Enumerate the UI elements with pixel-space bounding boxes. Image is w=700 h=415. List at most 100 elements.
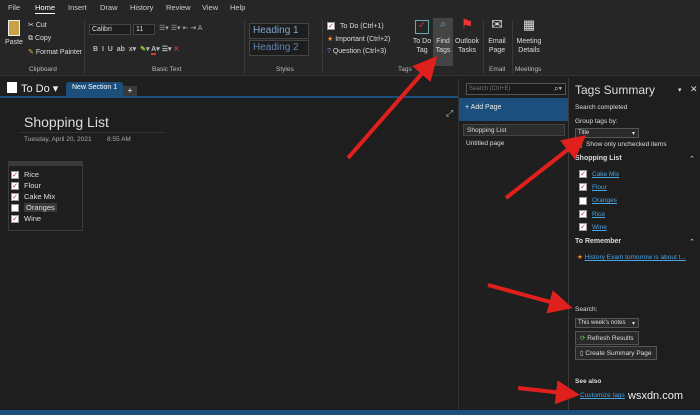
tag-result[interactable]: ✓ Cake Mix <box>579 168 619 181</box>
search-icon[interactable]: ⌕▾ <box>554 84 562 94</box>
create-summary-page-button[interactable]: ▯ Create Summary Page <box>575 346 657 360</box>
email-page-button[interactable]: ✉ Email Page <box>486 17 508 55</box>
basic-text-group-label: Basic Text <box>152 66 182 73</box>
tag-result[interactable]: Oranges <box>579 194 619 207</box>
search-label: Search: <box>575 306 598 313</box>
copy-icon: ⧉ <box>28 35 35 42</box>
notebook-icon <box>7 82 17 93</box>
unchecked-checkbox-icon[interactable] <box>579 196 587 205</box>
menu-history[interactable]: History <box>130 3 153 12</box>
copy-button[interactable]: ⧉ Copy <box>28 35 51 43</box>
search-input[interactable]: Search (Ctrl+E) ⌕▾ <box>466 83 566 95</box>
brush-icon: ✎ <box>28 49 36 56</box>
tag-important[interactable]: ★ Important (Ctrl+2) <box>327 35 390 43</box>
notebook-bar: To Do ▾ New Section 1 + <box>0 78 460 98</box>
customize-tags-link[interactable]: Customize tags <box>580 392 625 399</box>
font-select[interactable]: Calibri <box>89 24 131 35</box>
menu-bar: File Home Insert Draw History Review Vie… <box>0 0 700 16</box>
checked-checkbox-icon[interactable]: ✓ <box>579 170 587 179</box>
checked-checkbox-icon[interactable]: ✓ <box>579 183 587 192</box>
note-container[interactable]: ✓ Rice ✓ Flour ✓ Cake Mix Oranges ✓ Wine <box>8 161 83 231</box>
paste-button[interactable]: Paste <box>5 20 23 47</box>
checked-checkbox-icon[interactable]: ✓ <box>579 223 587 232</box>
tags-group-label: Tags <box>398 66 412 73</box>
calendar-icon: ▦ <box>522 17 536 32</box>
todo-item[interactable]: ✓ Cake Mix <box>11 191 80 202</box>
item-label: Wine <box>24 214 42 223</box>
scissors-icon: ✂ <box>28 22 36 29</box>
checked-checkbox-icon[interactable]: ✓ <box>11 182 19 191</box>
page-title[interactable]: Shopping List <box>24 114 109 130</box>
cut-button[interactable]: ✂ Cut <box>28 21 47 29</box>
star-icon: ★ <box>577 254 585 261</box>
unchecked-only-checkbox[interactable]: Show only unchecked items <box>575 141 667 148</box>
todo-item[interactable]: ✓ Wine <box>11 213 80 224</box>
refresh-results-button[interactable]: ⟳ Refresh Results <box>575 331 639 345</box>
tag-question[interactable]: ? Question (Ctrl+3) <box>327 48 386 55</box>
menu-view[interactable]: View <box>202 3 218 12</box>
flag-icon: ⚑ <box>460 16 474 32</box>
todo-tag-button[interactable]: ✓ To Do Tag <box>412 20 432 55</box>
tag-todo[interactable]: ✓ To Do (Ctrl+1) <box>327 22 384 30</box>
find-tags-button[interactable]: ⌕ Find Tags <box>433 18 453 66</box>
style-heading-1[interactable]: Heading 1 <box>249 23 309 39</box>
style-heading-2[interactable]: Heading 2 <box>249 40 309 56</box>
menu-review[interactable]: Review <box>166 3 191 12</box>
ribbon: Paste ✂ Cut ⧉ Copy ✎ Format Painter Clip… <box>0 16 700 76</box>
item-label: Rice <box>24 170 40 179</box>
tag-result[interactable]: ✓ Rice <box>579 208 619 221</box>
list-icons[interactable]: ☰▾ ☰▾ ⇤ ⇥ A <box>159 24 202 32</box>
format-icons[interactable]: B I U ab x▾ ✎▾ A▾ ☰▾ ✕ <box>93 45 179 55</box>
chevron-down-icon: ▾ <box>631 131 635 137</box>
chevron-down-icon: ▾ <box>631 321 635 327</box>
todo-item[interactable]: Oranges <box>11 202 80 213</box>
page-date: Tuesday, April 20, 2021 <box>24 136 92 143</box>
menu-insert[interactable]: Insert <box>68 3 87 12</box>
checked-checkbox-icon[interactable]: ✓ <box>11 193 19 202</box>
todo-item[interactable]: ✓ Rice <box>11 169 80 180</box>
tag-result[interactable]: ✓ Flour <box>579 181 619 194</box>
pane-menu-icon[interactable]: ▾ <box>678 86 682 94</box>
format-painter-button[interactable]: ✎ Format Painter <box>28 48 82 56</box>
outlook-tasks-button[interactable]: ⚑ Outlook Tasks <box>454 16 480 55</box>
collapse-icon[interactable]: ⌃ <box>689 238 695 246</box>
find-tags-icon: ⌕ <box>440 19 446 30</box>
add-section-button[interactable]: + <box>123 86 137 96</box>
menu-file[interactable]: File <box>8 3 20 12</box>
search-scope-select[interactable]: This week's notes ▾ <box>575 318 639 328</box>
star-icon: ★ <box>327 36 336 43</box>
add-page-button[interactable]: + Add Page <box>459 98 568 121</box>
menu-draw[interactable]: Draw <box>100 3 118 12</box>
unchecked-checkbox-icon[interactable] <box>11 204 19 213</box>
status-strip <box>0 410 700 415</box>
tag-result-history[interactable]: ★ History Exam tomorrow is about t... <box>577 253 686 261</box>
tag-result[interactable]: ✓ Wine <box>579 221 619 234</box>
todo-item[interactable]: ✓ Flour <box>11 180 80 191</box>
todo-tag-icon: ✓ <box>415 20 429 34</box>
group-by-select[interactable]: Title ▾ <box>575 128 639 138</box>
group-shopping-list: Shopping List <box>575 155 622 162</box>
email-group-label: Email <box>489 66 506 73</box>
menu-help[interactable]: Help <box>230 3 245 12</box>
tags-summary-title: Tags Summary <box>575 83 656 97</box>
menu-home[interactable]: Home <box>35 3 56 14</box>
collapse-icon[interactable]: ⌃ <box>689 155 695 163</box>
checked-checkbox-icon[interactable]: ✓ <box>11 171 19 180</box>
page-time: 8:55 AM <box>107 136 131 143</box>
expand-icon[interactable]: ⤢ <box>446 108 453 119</box>
close-icon[interactable]: ✕ <box>690 84 698 95</box>
font-size-select[interactable]: 11 <box>133 24 155 35</box>
checked-checkbox-icon[interactable]: ✓ <box>579 209 587 218</box>
page-item-untitled[interactable]: Untitled page <box>463 138 507 149</box>
section-tab-new-section-1[interactable]: New Section 1 <box>66 82 124 97</box>
page-canvas[interactable]: Shopping List Tuesday, April 20, 2021 8:… <box>0 98 458 410</box>
status-text: Search completed <box>575 104 628 111</box>
notebook-selector[interactable]: To Do ▾ <box>7 82 58 95</box>
page-item-shopping-list[interactable]: Shopping List <box>463 124 565 136</box>
meetings-group-label: Meetings <box>515 66 542 73</box>
item-label: Cake Mix <box>592 171 620 178</box>
checked-checkbox-icon[interactable]: ✓ <box>11 215 19 224</box>
meeting-details-button[interactable]: ▦ Meeting Details <box>514 17 544 55</box>
item-label: Oranges <box>24 203 57 212</box>
page-list-pane: Search (Ctrl+E) ⌕▾ + Add Page Shopping Li… <box>458 78 568 410</box>
